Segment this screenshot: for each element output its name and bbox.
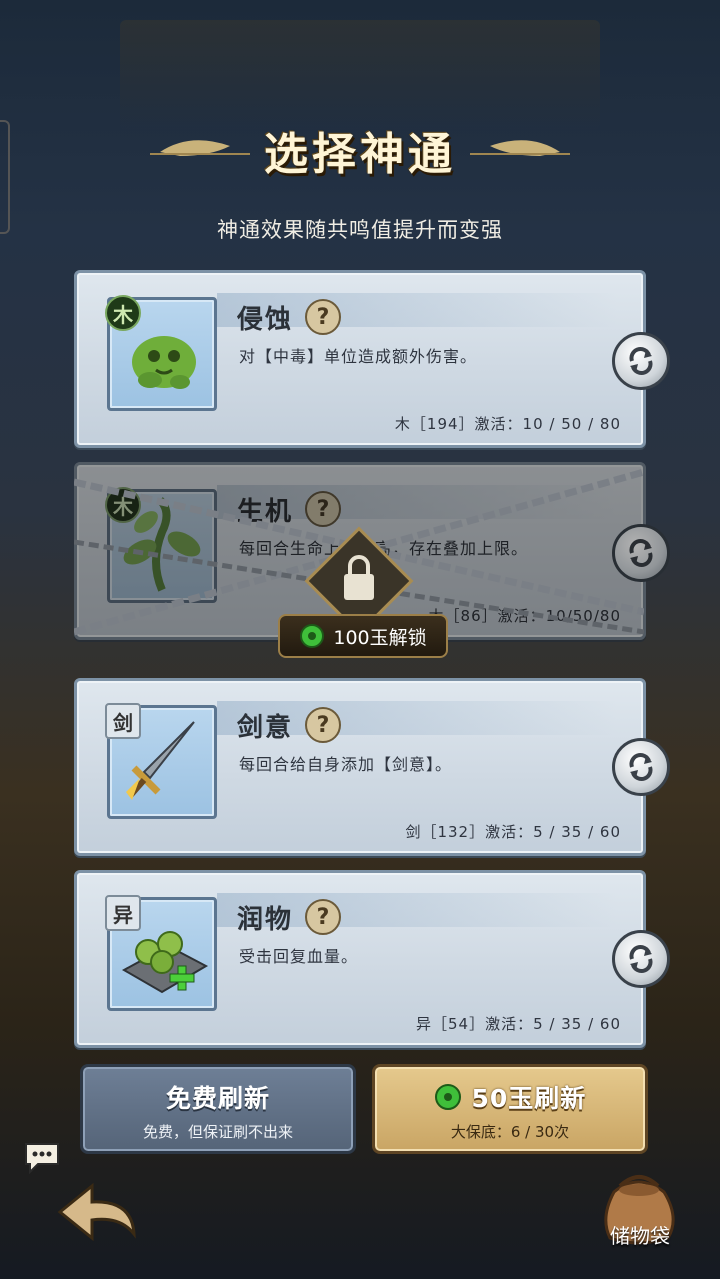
refresh-ability-button[interactable] [612, 332, 670, 390]
ability-name: 侵蚀 [237, 305, 294, 335]
paid-refresh-sub: 大保底：6 / 30次 [450, 1123, 570, 1141]
ability-desc: 每回合给自身添加【剑意】。 [239, 755, 453, 774]
ability-card-jianyi[interactable]: 剑 剑意 ? 每回合给自身添加【剑意】。 剑［132］激活：5 / 35 / 6… [74, 678, 646, 856]
chat-icon[interactable] [22, 1140, 62, 1176]
ability-stat: 异［54］激活：5 / 35 / 60 [416, 1015, 621, 1033]
element-badge: 异 [105, 895, 141, 931]
paid-refresh-label: 50玉刷新 [375, 1079, 645, 1115]
refresh-icon [629, 347, 653, 375]
free-refresh-label: 免费刷新 [165, 1084, 270, 1113]
refresh-ability-button[interactable] [612, 738, 670, 796]
help-icon[interactable]: ? [305, 707, 341, 743]
element-badge: 剑 [105, 703, 141, 739]
ability-desc: 对【中毒】单位造成额外伤害。 [239, 347, 478, 366]
unlock-label: 100玉解锁 [333, 626, 427, 649]
help-icon[interactable]: ? [305, 899, 341, 935]
paid-refresh-button[interactable]: 50玉刷新 大保底：6 / 30次 [372, 1064, 648, 1154]
ability-stat: 木［194］激活：10 / 50 / 80 [394, 415, 621, 433]
ability-card-qinshi[interactable]: 木 侵蚀 ? 对【中毒】单位造成额外伤害。 木［194］激活：10 / 50 /… [74, 270, 646, 448]
page-title: 选择神通 [264, 129, 456, 180]
refresh-icon [629, 945, 653, 973]
refresh-ability-button[interactable] [612, 930, 670, 988]
page-subtitle: 神通效果随共鸣值提升而变强 [217, 218, 503, 242]
unlock-button[interactable]: 100玉解锁 [278, 614, 448, 658]
help-icon[interactable]: ? [305, 299, 341, 335]
back-arrow-icon[interactable] [54, 1178, 140, 1252]
ability-card-runwu[interactable]: 异 润物 ? 受击回复血量。 异［54］激活：5 / 35 / 60 [74, 870, 646, 1048]
free-refresh-button[interactable]: 免费刷新 免费，但保证刷不出来 [80, 1064, 356, 1154]
storage-bag-label[interactable]: 储物袋 [590, 1220, 690, 1249]
title-banner: 选择神通 [150, 112, 570, 182]
ability-desc: 受击回复血量。 [239, 947, 359, 966]
ability-name: 剑意 [237, 713, 294, 743]
element-badge: 木 [105, 295, 141, 331]
free-refresh-sub: 免费，但保证刷不出来 [142, 1123, 293, 1141]
jade-icon [434, 1084, 461, 1110]
refresh-icon [629, 753, 653, 781]
jade-icon [300, 624, 325, 648]
ability-name: 润物 [237, 905, 294, 935]
ability-stat: 剑［132］激活：5 / 35 / 60 [405, 823, 621, 841]
